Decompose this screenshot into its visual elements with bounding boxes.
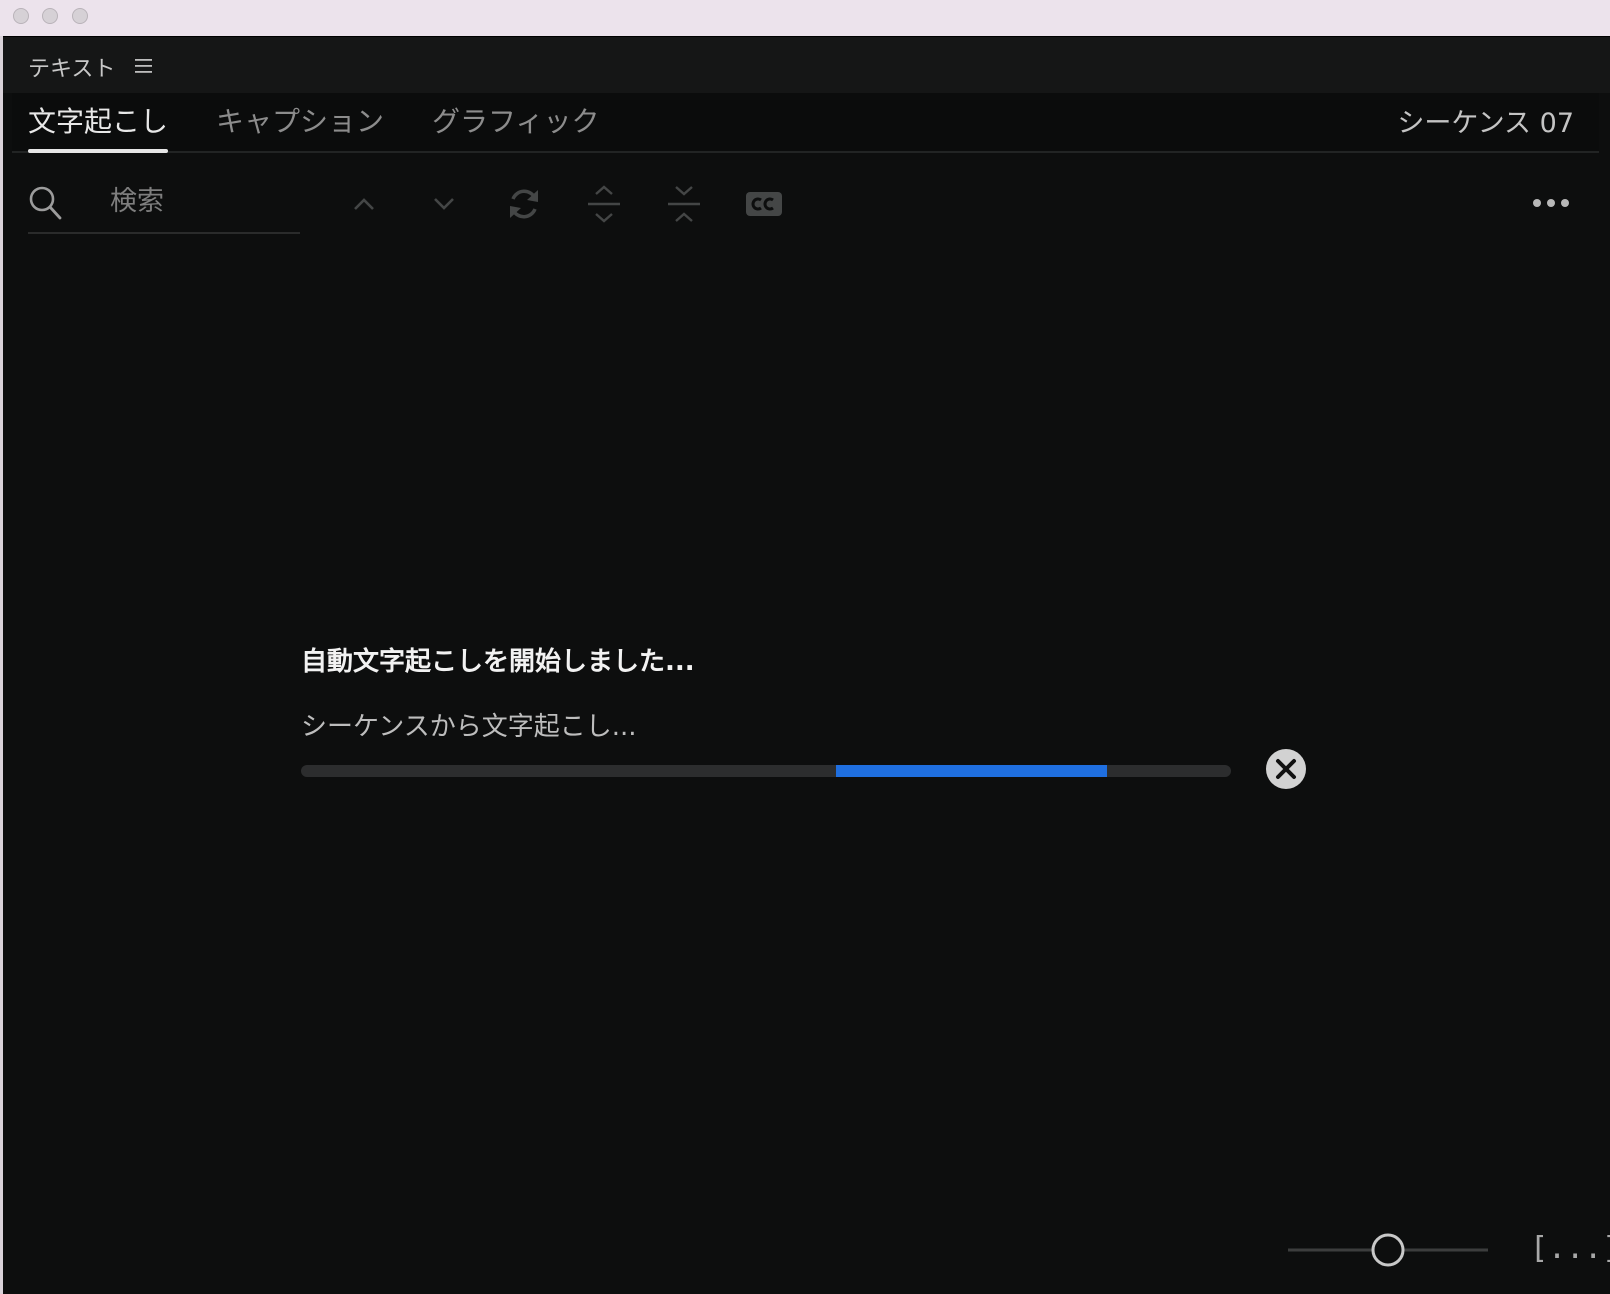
hamburger-menu-icon[interactable] [134, 56, 154, 76]
active-tab-indicator [28, 149, 168, 153]
app-window: テキスト 文字起こし キャプション グラフィック シーケンス 07 検索 自動文… [0, 0, 1610, 1294]
tab-captions[interactable]: キャプション [216, 100, 384, 140]
search-box [28, 176, 302, 234]
search-input[interactable] [108, 180, 302, 222]
cancel-transcription-button[interactable] [1266, 749, 1306, 789]
refresh-button[interactable] [502, 182, 546, 226]
transcription-progress-bar [301, 765, 1231, 777]
expand-all-button[interactable] [582, 182, 626, 226]
bracket-toggle-button[interactable]: [...] [1530, 1226, 1610, 1272]
transcription-status-subtitle: シーケンスから文字起こし... [301, 712, 637, 742]
progress-bar-fill [835, 765, 1108, 777]
create-captions-button[interactable] [742, 182, 786, 226]
collapse-all-button[interactable] [662, 182, 706, 226]
zoom-slider[interactable] [1288, 1232, 1488, 1268]
panel-title: テキスト [28, 57, 116, 82]
close-window-button[interactable] [13, 8, 29, 24]
window-edge [0, 36, 3, 1294]
transcription-status-title: 自動文字起こしを開始しました... [301, 647, 695, 677]
previous-result-button[interactable] [342, 182, 386, 226]
next-result-button[interactable] [422, 182, 466, 226]
chevron-up-icon [354, 198, 374, 210]
panel-header [3, 37, 1610, 93]
tab-transcript[interactable]: 文字起こし [28, 100, 168, 140]
closed-caption-icon [746, 192, 782, 216]
window-titlebar[interactable] [0, 0, 1610, 37]
zoom-window-button[interactable] [72, 8, 88, 24]
minimize-window-button[interactable] [42, 8, 58, 24]
chevron-down-icon [434, 198, 454, 210]
tab-graphics[interactable]: グラフィック [432, 100, 599, 140]
search-icon [29, 186, 62, 220]
refresh-icon [510, 189, 538, 219]
more-options-icon[interactable] [1530, 188, 1574, 218]
sequence-label: シーケンス 07 [1397, 108, 1574, 139]
expand-vertical-icon [588, 185, 620, 223]
zoom-slider-thumb[interactable] [1371, 1233, 1405, 1267]
close-icon [1276, 759, 1296, 779]
collapse-vertical-icon [668, 186, 700, 222]
